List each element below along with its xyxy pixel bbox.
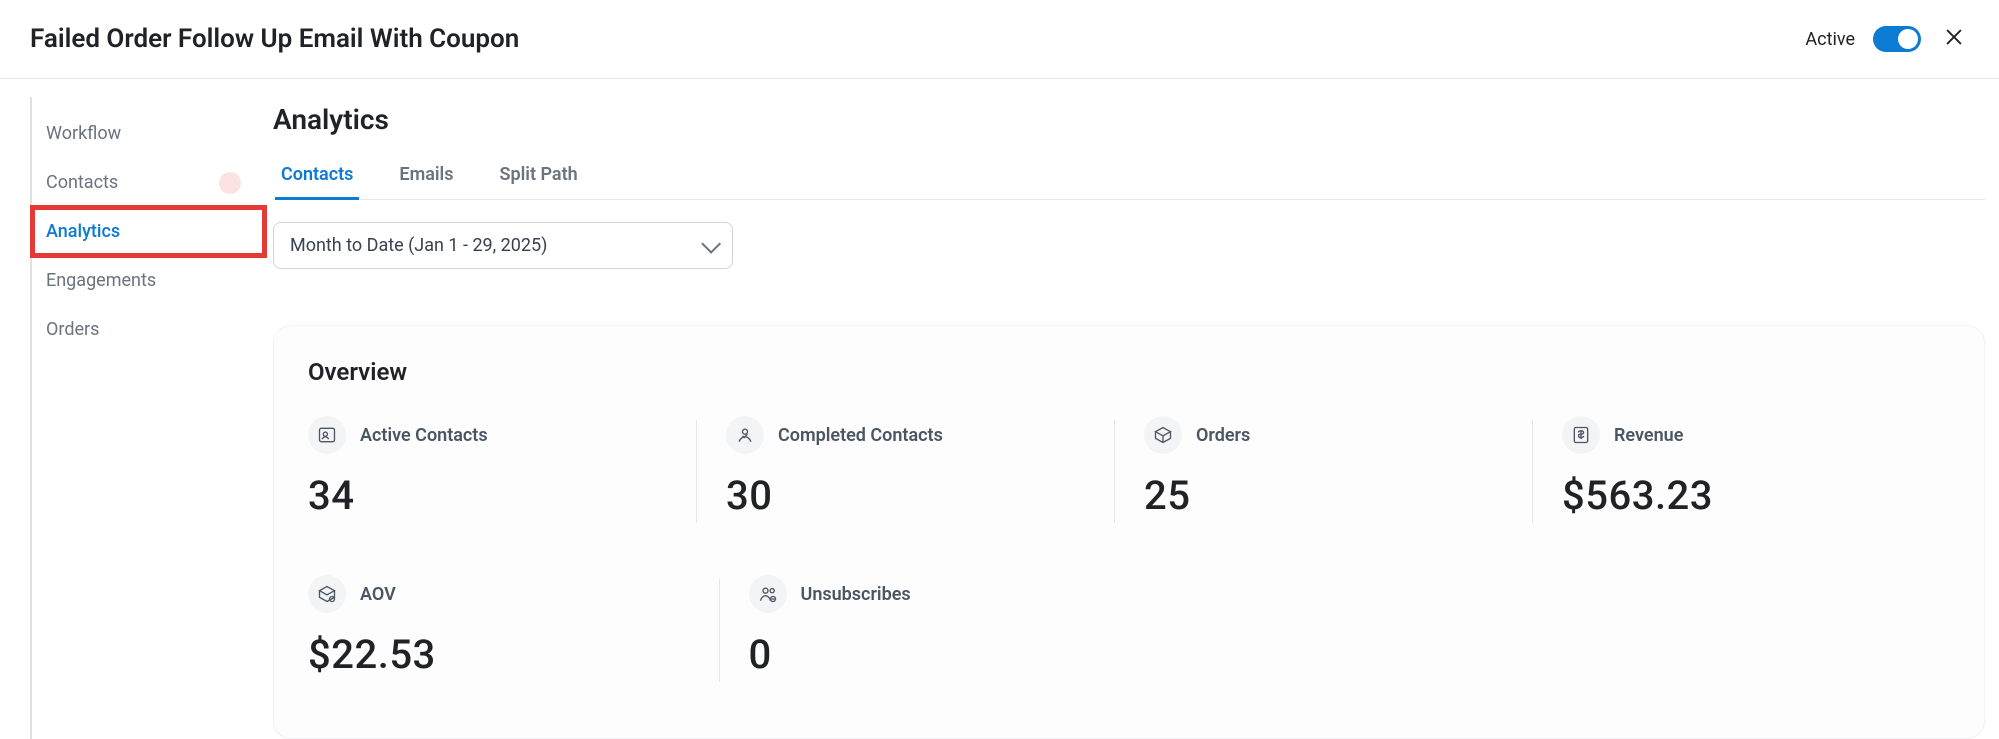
status-toggle[interactable]: [1873, 26, 1921, 52]
aov-icon: [308, 575, 346, 613]
sidebar-item-analytics[interactable]: Analytics: [32, 207, 265, 256]
main: Analytics Contacts Emails Split Path Mon…: [265, 97, 1999, 739]
unsubscribes-icon: [749, 575, 787, 613]
metric-orders: Orders 25: [1114, 416, 1532, 519]
tab-emails[interactable]: Emails: [399, 154, 453, 199]
chevron-down-icon: [701, 233, 721, 253]
indicator-dot: [219, 172, 241, 194]
metric-active-contacts: Active Contacts 34: [308, 416, 696, 519]
metric-value: 25: [1144, 472, 1512, 519]
metric-value: $563.23: [1562, 472, 1930, 519]
metric-label: Completed Contacts: [778, 425, 943, 446]
metric-label: Active Contacts: [360, 425, 488, 446]
metric-label: Unsubscribes: [801, 584, 911, 605]
sidebar-item-workflow[interactable]: Workflow: [32, 109, 265, 158]
body: Workflow Contacts Analytics Engagements …: [0, 79, 1999, 739]
sidebar-item-engagements[interactable]: Engagements: [32, 256, 265, 305]
sidebar-item-label: Contacts: [46, 172, 118, 193]
section-title: Analytics: [273, 103, 1985, 136]
overview-title: Overview: [308, 358, 1950, 386]
metric-value: 30: [726, 472, 1094, 519]
metric-unsubscribes: Unsubscribes 0: [719, 575, 1130, 678]
metric-aov: AOV $22.53: [308, 575, 719, 678]
toggle-knob: [1898, 29, 1918, 49]
overview-card: Overview Active Contacts 34: [273, 325, 1985, 739]
date-range-value: Month to Date (Jan 1 - 29, 2025): [290, 235, 547, 256]
sidebar-item-label: Orders: [46, 319, 99, 340]
header-bar: Failed Order Follow Up Email With Coupon…: [0, 0, 1999, 79]
metric-revenue: Revenue $563.23: [1532, 416, 1950, 519]
page-title: Failed Order Follow Up Email With Coupon: [30, 24, 519, 54]
sidebar: Workflow Contacts Analytics Engagements …: [30, 97, 265, 739]
tab-label: Emails: [399, 164, 453, 185]
tab-label: Split Path: [499, 164, 577, 185]
metric-value: 0: [749, 631, 1110, 678]
metric-value: $22.53: [308, 631, 699, 678]
orders-icon: [1144, 416, 1182, 454]
sidebar-item-contacts[interactable]: Contacts: [32, 158, 265, 207]
status-label: Active: [1805, 29, 1855, 50]
completed-icon: [726, 416, 764, 454]
sidebar-item-label: Engagements: [46, 270, 156, 291]
sidebar-item-orders[interactable]: Orders: [32, 305, 265, 354]
metric-label: AOV: [360, 584, 396, 605]
revenue-icon: [1562, 416, 1600, 454]
tab-split-path[interactable]: Split Path: [499, 154, 577, 199]
sidebar-item-label: Analytics: [46, 221, 120, 242]
date-range-select[interactable]: Month to Date (Jan 1 - 29, 2025): [273, 222, 733, 269]
metrics-row-1: Active Contacts 34 Completed Contacts 30: [308, 416, 1950, 519]
contacts-icon: [308, 416, 346, 454]
metric-completed-contacts: Completed Contacts 30: [696, 416, 1114, 519]
metric-label: Revenue: [1614, 425, 1683, 446]
tab-contacts[interactable]: Contacts: [281, 154, 353, 199]
close-icon[interactable]: [1939, 25, 1969, 53]
metric-label: Orders: [1196, 425, 1250, 446]
tab-label: Contacts: [281, 164, 353, 185]
tabs: Contacts Emails Split Path: [273, 154, 1985, 200]
metrics-row-2: AOV $22.53 Unsubscribes 0: [308, 575, 1950, 678]
metric-value: 34: [308, 472, 676, 519]
header-actions: Active: [1805, 25, 1969, 53]
sidebar-item-label: Workflow: [46, 123, 121, 144]
